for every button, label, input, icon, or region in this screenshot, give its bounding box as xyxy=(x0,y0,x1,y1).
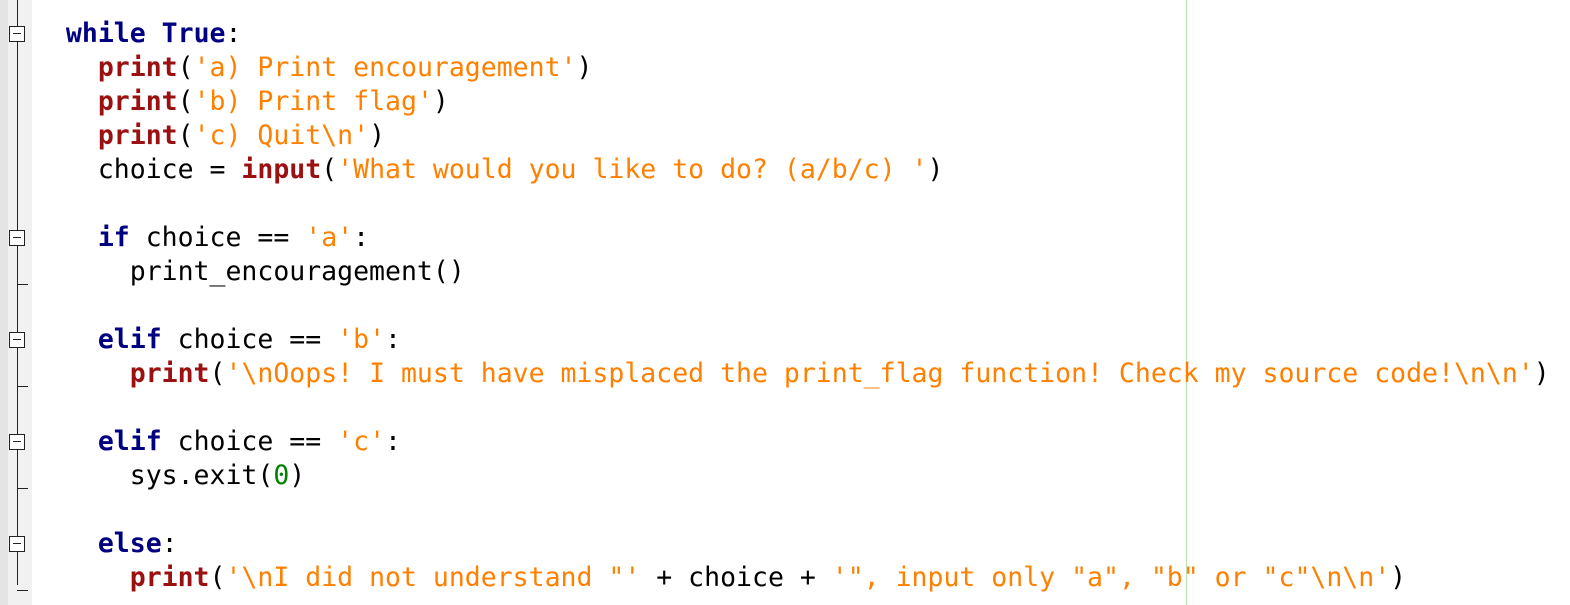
code-line[interactable]: sys.exit(0) xyxy=(34,459,1570,493)
code-area[interactable]: while True: print('a) Print encouragemen… xyxy=(34,17,1570,595)
fold-end-marker xyxy=(17,590,28,591)
fold-toggle-icon[interactable] xyxy=(9,434,25,450)
code-token: : xyxy=(385,324,401,355)
code-line[interactable]: elif choice == 'b': xyxy=(34,323,1570,357)
code-token: ) xyxy=(576,52,593,83)
code-token: 'c) Quit\n' xyxy=(193,120,370,151)
code-token: 'b) Print flag' xyxy=(193,86,433,117)
code-token: ( xyxy=(177,120,194,151)
code-token: print xyxy=(129,358,210,389)
fold-toggle-icon[interactable] xyxy=(9,536,25,552)
code-token: : xyxy=(385,426,401,457)
code-token: ) xyxy=(369,120,386,151)
code-token: print xyxy=(129,562,210,593)
code-token: 'a) Print encouragement' xyxy=(193,52,577,83)
code-token: '", input only "a", "b" or "c"\n\n' xyxy=(831,562,1391,593)
fold-end-marker xyxy=(17,386,28,387)
code-token: True xyxy=(161,18,226,49)
code-token: choice == xyxy=(161,324,338,355)
code-token: if xyxy=(97,222,130,253)
code-token: print xyxy=(97,120,178,151)
code-line[interactable]: elif choice == 'c': xyxy=(34,425,1570,459)
code-token: '\nOops! I must have misplaced the print… xyxy=(225,358,1534,389)
code-token: ) xyxy=(1533,358,1550,389)
code-line[interactable]: print_encouragement() xyxy=(34,255,1570,289)
code-token: elif xyxy=(97,426,162,457)
code-line[interactable]: print('\nI did not understand "' + choic… xyxy=(34,561,1570,595)
code-token: sys.exit( xyxy=(129,460,274,491)
code-token: ( xyxy=(321,154,338,185)
code-line[interactable]: if choice == 'a': xyxy=(34,221,1570,255)
code-token: ) xyxy=(927,154,944,185)
code-line[interactable]: else: xyxy=(34,527,1570,561)
code-token: 'a' xyxy=(305,222,354,253)
code-line[interactable]: print('\nOops! I must have misplaced the… xyxy=(34,357,1570,391)
code-token: print_encouragement() xyxy=(129,256,465,287)
code-token: while xyxy=(65,18,146,49)
code-token: : xyxy=(161,528,178,559)
code-token: + choice + xyxy=(640,562,832,593)
code-token: ( xyxy=(209,562,226,593)
code-token: choice == xyxy=(161,426,338,457)
code-token: ( xyxy=(177,52,194,83)
fold-toggle-icon[interactable] xyxy=(9,230,25,246)
code-line[interactable] xyxy=(34,493,1570,527)
fold-toggle-icon[interactable] xyxy=(9,332,25,348)
code-token: ( xyxy=(177,86,194,117)
code-token: : xyxy=(353,222,370,253)
code-token: 0 xyxy=(273,460,290,491)
code-token: else xyxy=(97,528,162,559)
code-token: ( xyxy=(209,358,226,389)
code-token: : xyxy=(225,18,242,49)
fold-toggle-icon[interactable] xyxy=(9,26,25,42)
editor-left-margin xyxy=(0,0,8,605)
code-editor[interactable]: while True: print('a) Print encouragemen… xyxy=(0,0,1570,605)
code-token: ) xyxy=(1390,562,1407,593)
fold-guide-line xyxy=(17,0,18,585)
fold-margin[interactable] xyxy=(8,0,32,605)
code-token: 'b' xyxy=(337,324,386,355)
code-token: '\nI did not understand "' xyxy=(225,562,641,593)
code-token: print xyxy=(97,86,178,117)
code-token: choice == xyxy=(129,222,306,253)
code-token: ) xyxy=(432,86,449,117)
fold-end-marker xyxy=(17,284,28,285)
code-line[interactable]: print('c) Quit\n') xyxy=(34,119,1570,153)
code-line[interactable] xyxy=(34,289,1570,323)
code-line[interactable]: choice = input('What would you like to d… xyxy=(34,153,1570,187)
code-token: 'c' xyxy=(337,426,386,457)
code-token: 'What would you like to do? (a/b/c) ' xyxy=(337,154,928,185)
code-line[interactable] xyxy=(34,391,1570,425)
code-line[interactable] xyxy=(34,187,1570,221)
code-line[interactable]: print('b) Print flag') xyxy=(34,85,1570,119)
code-token: print xyxy=(97,52,178,83)
code-token: ) xyxy=(289,460,306,491)
code-line[interactable]: while True: xyxy=(34,17,1570,51)
code-token: elif xyxy=(97,324,162,355)
code-line[interactable]: print('a) Print encouragement') xyxy=(34,51,1570,85)
code-token: input xyxy=(241,154,322,185)
fold-end-marker xyxy=(17,488,28,489)
code-token: choice = xyxy=(97,154,242,185)
